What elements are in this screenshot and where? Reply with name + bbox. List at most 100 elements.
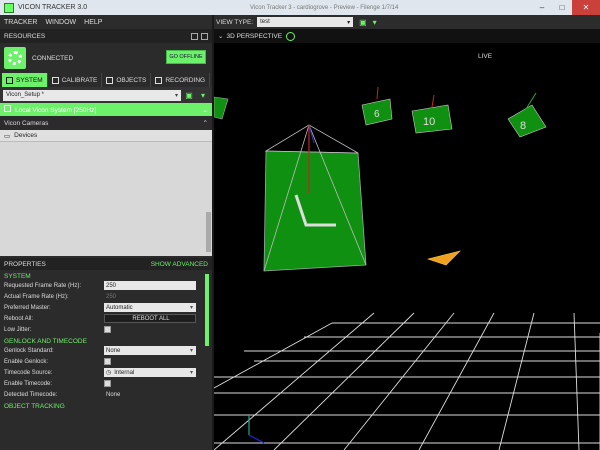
- chevron-up-icon[interactable]: ⌃: [203, 119, 208, 127]
- system-node-icon: [4, 105, 11, 112]
- system-config-select[interactable]: Vicon_Setup * ▾: [3, 89, 181, 101]
- local-system-row[interactable]: Local Vicon System [250Hz] ⌄: [0, 103, 212, 116]
- actual-frame-rate-value: 250: [106, 293, 117, 300]
- undock-icon[interactable]: [191, 32, 198, 40]
- perspective-bar: ⌄ 3D PERSPECTIVE: [214, 29, 600, 43]
- devices-list[interactable]: [0, 142, 212, 256]
- detected-timecode-value: None: [106, 391, 121, 398]
- save-config-icon[interactable]: ▣: [183, 90, 195, 101]
- collapse-icon[interactable]: ⌄: [218, 32, 223, 40]
- genlock-standard-select[interactable]: None ▾: [104, 346, 196, 355]
- marker-10: 10: [411, 94, 453, 134]
- menu-help[interactable]: HELP: [84, 19, 102, 26]
- big-object: [263, 124, 367, 272]
- prop-timecode-source: Timecode Source: ◷ Internal ▾: [0, 367, 202, 378]
- properties-title: PROPERTIES: [4, 260, 46, 268]
- floor-grid: [214, 312, 600, 450]
- properties-header: PROPERTIES SHOW ADVANCED: [0, 258, 212, 270]
- view-type-select[interactable]: test ▾: [257, 17, 354, 27]
- enable-genlock-checkbox[interactable]: [104, 358, 111, 365]
- tab-recording[interactable]: RECORDING: [151, 73, 211, 87]
- prop-detected-timecode: Detected Timecode: None: [0, 389, 202, 400]
- partial-object: [214, 96, 229, 120]
- properties-scrollbar[interactable]: [205, 274, 209, 346]
- vicon-cameras-row[interactable]: Vicon Cameras ⌃: [0, 116, 212, 130]
- marker-10-label: 10: [423, 116, 435, 128]
- local-system-label: Local Vicon System [250Hz]: [15, 107, 97, 114]
- prop-reboot-all: Reboot All: REBOOT ALL: [0, 313, 202, 324]
- show-advanced-link[interactable]: SHOW ADVANCED: [151, 261, 208, 268]
- tab-system[interactable]: SYSTEM: [2, 73, 48, 87]
- devices-icon: ▭: [4, 132, 11, 140]
- chevron-down-icon: ▾: [174, 92, 178, 99]
- tab-calibrate[interactable]: CALIBRATE: [48, 73, 103, 87]
- prop-requested-frame-rate: Requested Frame Rate (Hz): 250: [0, 280, 202, 291]
- close-icon[interactable]: ✕: [572, 0, 600, 15]
- marker-8: 8: [507, 92, 547, 138]
- properties-panel: SYSTEM Requested Frame Rate (Hz): 250 Ac…: [0, 270, 212, 420]
- scene-svg: 6 10 8: [214, 86, 600, 450]
- clock-icon: ◷: [106, 370, 112, 376]
- orange-object: [426, 250, 461, 266]
- timecode-source-select[interactable]: ◷ Internal ▾: [104, 368, 196, 377]
- recording-icon: [155, 76, 163, 84]
- save-icon[interactable]: ▣: [359, 18, 367, 27]
- resource-tabs: SYSTEM CALIBRATE OBJECTS RECORDING: [0, 73, 212, 87]
- prop-enable-timecode: Enable Timecode:: [0, 378, 202, 389]
- calibrate-icon: [51, 76, 59, 84]
- preferred-master-select[interactable]: Automatic ▾: [104, 303, 196, 312]
- viewport-3d[interactable]: 6 10 8 LIVE: [214, 43, 600, 450]
- chevron-down-icon: ▾: [347, 19, 351, 26]
- reboot-all-button[interactable]: REBOOT ALL: [104, 314, 196, 323]
- chevron-down-icon[interactable]: ⌄: [203, 106, 208, 114]
- window-controls: – □ ✕: [532, 0, 600, 15]
- go-offline-button[interactable]: GO OFFLINE: [166, 50, 206, 64]
- config-name: Vicon_Setup *: [6, 92, 44, 98]
- system-icon: [6, 76, 13, 84]
- connection-status: CONNECTED: [32, 54, 74, 62]
- title-bar: VICON TRACKER 3.0 Vicon Tracker 3 - card…: [0, 0, 600, 15]
- pin-icon[interactable]: ▾: [373, 18, 377, 27]
- window-caption: Vicon Tracker 3 - cardiogrove - Preview …: [250, 4, 399, 11]
- section-system: SYSTEM: [4, 273, 31, 280]
- marker-6-label: 6: [374, 109, 380, 120]
- prop-enable-genlock: Enable Genlock:: [0, 356, 202, 367]
- low-jitter-checkbox[interactable]: [104, 326, 111, 333]
- pin-config-icon[interactable]: ▾: [197, 90, 209, 101]
- live-indicator: LIVE: [478, 53, 493, 60]
- menu-window[interactable]: WINDOW: [45, 19, 76, 26]
- vicon-cameras-label: Vicon Cameras: [4, 119, 49, 127]
- perspective-label[interactable]: 3D PERSPECTIVE: [226, 33, 282, 40]
- view-type-label: VIEW TYPE:: [216, 18, 254, 26]
- app-logo-icon: [4, 2, 14, 13]
- left-panel: RESOURCES CONNECTED GO OFFLINE SYSTEM CA…: [0, 29, 212, 450]
- view-type-bar: VIEW TYPE: test ▾ ▣ ▾: [214, 15, 600, 29]
- objects-icon: [106, 76, 114, 84]
- prop-actual-frame-rate: Actual Frame Rate (Hz): 250: [0, 291, 202, 302]
- camera-view-icon[interactable]: [286, 31, 296, 41]
- y-axis: [248, 434, 265, 444]
- prop-preferred-master: Preferred Master: Automatic ▾: [0, 302, 202, 313]
- resources-header: RESOURCES: [0, 29, 212, 43]
- chevron-down-icon: ▾: [189, 305, 193, 311]
- vicon-logo-icon: [4, 47, 26, 69]
- requested-frame-rate-input[interactable]: 250: [104, 281, 196, 290]
- chevron-down-icon: ▾: [189, 348, 193, 354]
- connection-block: CONNECTED GO OFFLINE: [0, 43, 212, 73]
- devices-scrollbar[interactable]: [206, 212, 211, 252]
- section-object-tracking: OBJECT TRACKING: [4, 403, 65, 410]
- section-genlock: GENLOCK AND TIMECODE: [4, 338, 87, 345]
- prop-low-jitter: Low Jitter:: [0, 324, 202, 335]
- enable-timecode-checkbox[interactable]: [104, 380, 111, 387]
- tab-objects[interactable]: OBJECTS: [102, 73, 152, 87]
- menu-tracker[interactable]: TRACKER: [4, 19, 37, 26]
- app-title: VICON TRACKER 3.0: [18, 4, 88, 11]
- minimize-icon[interactable]: –: [532, 0, 552, 15]
- marker-8-label: 8: [520, 120, 526, 132]
- devices-label: Devices: [14, 132, 38, 139]
- close-panel-icon[interactable]: [201, 32, 208, 40]
- devices-row[interactable]: ▭ Devices: [0, 130, 212, 142]
- view-type-value: test: [260, 19, 270, 25]
- maximize-icon[interactable]: □: [552, 0, 572, 15]
- marker-6: 6: [361, 86, 393, 126]
